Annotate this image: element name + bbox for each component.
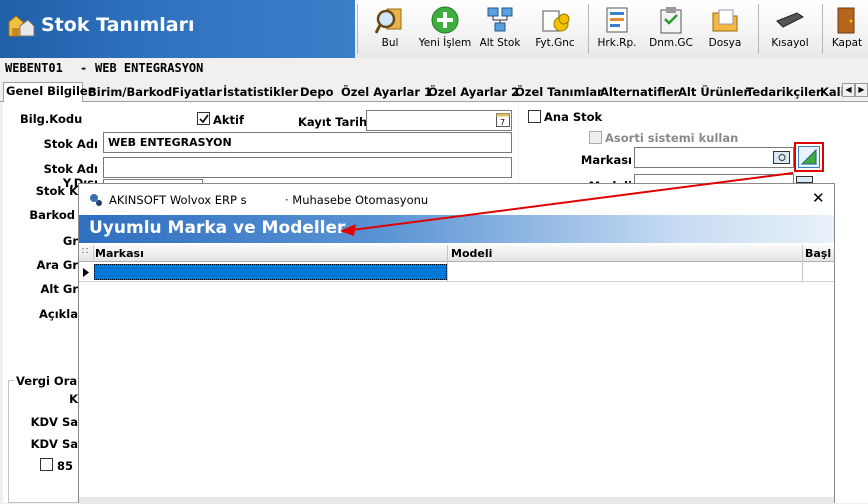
toolbar-separator	[822, 4, 823, 54]
movement-report-button[interactable]: Hrk.Rp.	[594, 0, 640, 58]
tab-istatistikler[interactable]: İstatistikler	[221, 84, 298, 102]
kdv-sa1-label: KDV Sa	[30, 415, 78, 429]
period-transfer-button[interactable]: Dnm.GC	[646, 0, 696, 58]
akinsoft-logo-icon	[90, 194, 102, 206]
title-bar: Stok Tanımları Bul Yeni İşlem Alt Stok F…	[0, 0, 868, 58]
stock-box-icon	[8, 15, 35, 37]
file-button[interactable]: Dosya	[702, 0, 748, 58]
dialog-window-title: AKINSOFT Wolvox ERP s	[109, 193, 247, 207]
tab-kali[interactable]: Kali	[818, 84, 842, 102]
tab-ozel-ayarlar-1[interactable]: Özel Ayarlar 1	[339, 84, 432, 102]
barkod-label: Barkod	[29, 208, 75, 222]
stok-adi-field[interactable]: WEB ENTEGRASYON	[103, 132, 512, 153]
aktif-label: Aktif	[213, 113, 244, 127]
grup-label: Gr	[62, 234, 78, 248]
row-indicator-icon	[83, 268, 89, 277]
bilg-kodu-label: Bilg.Kodu	[20, 112, 83, 126]
stok-adi-label: Stok Adı	[43, 137, 98, 151]
network-icon	[487, 7, 513, 32]
alt-grup-label: Alt Gr	[40, 282, 78, 296]
tab-alt-urunler[interactable]: Alt Ürünler	[676, 84, 749, 102]
browse-icon[interactable]	[773, 150, 790, 165]
grid-drag-handle-icon[interactable]: ∷	[82, 246, 88, 257]
tab-scroll-right-button[interactable]: ▶	[855, 83, 868, 97]
dialog-close-button[interactable]: ✕	[812, 189, 825, 207]
tab-scroll-left-button[interactable]: ◀	[842, 83, 855, 97]
keyboard-icon	[776, 12, 804, 28]
tab-bar: Genel Bilgiler Birim/Barkod Fiyatlar İst…	[0, 82, 868, 103]
kayit-tarihi-field[interactable]	[366, 110, 512, 131]
app-title: Stok Tanımları	[41, 14, 195, 36]
browse-icon[interactable]	[796, 176, 813, 183]
compatible-models-dialog: AKINSOFT Wolvox ERP s · Muhasebe Otomasy…	[78, 183, 835, 504]
find-button[interactable]: Bul	[368, 0, 412, 58]
column-baslangic[interactable]: Başl	[805, 247, 831, 260]
selected-cell[interactable]	[94, 264, 447, 280]
shortcut-button[interactable]: Kısayol	[764, 0, 816, 58]
column-markasi[interactable]: Markası	[95, 247, 144, 260]
aktif-checkbox[interactable]	[197, 112, 210, 125]
tab-alternatifler[interactable]: Alternatifler	[598, 84, 679, 102]
k-label: K	[69, 392, 78, 406]
toolbar-separator	[357, 4, 358, 54]
record-name: WEB ENTEGRASYON	[95, 61, 204, 75]
tab-ozel-ayarlar-2[interactable]: Özel Ayarlar 2	[426, 84, 519, 102]
folder-icon	[712, 9, 738, 32]
price-update-button[interactable]: Fyt.Gnc	[530, 0, 580, 58]
close-button[interactable]: Kapat	[826, 0, 868, 58]
tab-fiyatlar[interactable]: Fiyatlar	[170, 84, 222, 102]
kdv-sa2-label: KDV Sa	[30, 437, 78, 451]
aciklama-label: Açıkla	[38, 307, 78, 321]
stok-adi-yd-field[interactable]	[103, 157, 512, 178]
asorti-label: Asorti sistemi kullan	[605, 131, 739, 145]
tab-tedarikciler[interactable]: Tedarikçiler	[744, 84, 822, 102]
c85-checkbox[interactable]	[40, 458, 53, 471]
clipboard-icon	[660, 7, 682, 34]
price-update-icon	[542, 10, 570, 32]
tab-depo[interactable]: Depo	[298, 84, 333, 102]
column-divider	[93, 245, 94, 262]
markasi-label: Markası	[580, 153, 632, 167]
dialog-heading: Uyumlu Marka ve Modeller	[89, 218, 346, 238]
ana-stok-label: Ana Stok	[544, 110, 603, 124]
report-icon	[606, 7, 628, 33]
toolbar-separator	[588, 4, 589, 54]
tab-genel-bilgiler[interactable]: Genel Bilgiler	[3, 82, 93, 103]
dialog-heading-band: Uyumlu Marka ve Modeller	[79, 215, 834, 243]
kayit-tarihi-label: Kayıt Tarihi	[298, 115, 372, 129]
record-separator: -	[80, 61, 88, 75]
models-grid[interactable]: ∷ Markası Modeli Başl	[79, 245, 834, 504]
close-door-icon	[837, 7, 855, 34]
check-icon	[199, 114, 209, 124]
tab-birim-barkod[interactable]: Birim/Barkod	[86, 84, 172, 102]
record-code: WEBENT01	[5, 61, 63, 75]
ana-stok-checkbox[interactable]	[528, 110, 541, 123]
search-icon	[375, 8, 402, 34]
stok-kodu-label: Stok K	[35, 184, 78, 198]
record-header: WEBENT01 - WEB ENTEGRASYON	[0, 58, 868, 80]
tab-ozel-tanimlar[interactable]: Özel Tanımlar	[513, 84, 603, 102]
calendar-icon[interactable]: 7	[496, 112, 510, 127]
dialog-window-title-suffix: · Muhasebe Otomasyonu	[285, 193, 429, 207]
grid-header: ∷ Markası Modeli Başl	[79, 245, 834, 262]
highlight-box	[794, 142, 824, 172]
ara-grup-label: Ara Gr	[36, 258, 78, 272]
add-icon	[431, 6, 459, 34]
asorti-checkbox[interactable]	[589, 131, 602, 144]
new-transaction-button[interactable]: Yeni İşlem	[418, 0, 472, 58]
toolbar-separator	[758, 4, 759, 54]
column-modeli[interactable]: Modeli	[451, 247, 492, 260]
dialog-title-bar: AKINSOFT Wolvox ERP s · Muhasebe Otomasy…	[79, 184, 834, 215]
markasi-field[interactable]	[634, 147, 794, 168]
svg-text:7: 7	[500, 118, 505, 127]
sub-stock-button[interactable]: Alt Stok	[478, 0, 522, 58]
table-row[interactable]	[79, 263, 834, 282]
